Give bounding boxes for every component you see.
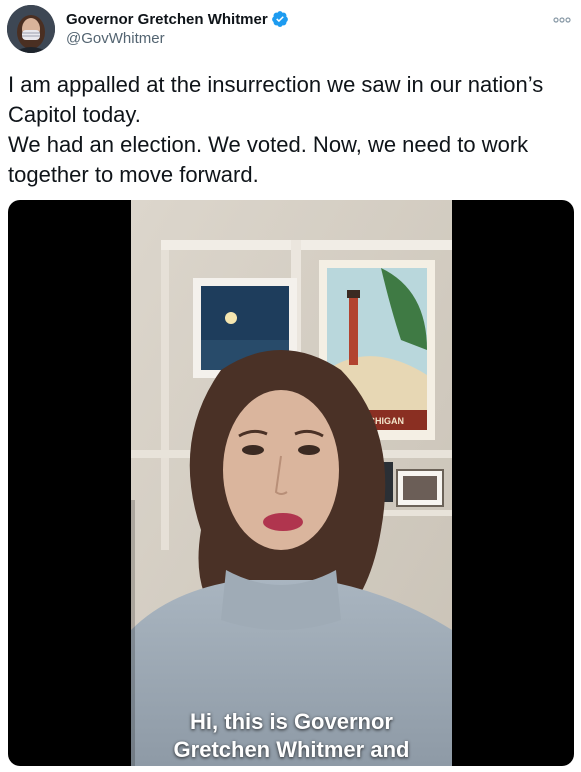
author-handle[interactable]: @GovWhitmer	[66, 30, 165, 47]
video-caption: Hi, this is Governor Gretchen Whitmer an…	[131, 708, 452, 764]
caption-line: Hi, this is Governor	[190, 709, 393, 734]
tweet-line: We had an election. We voted. Now, we ne…	[8, 132, 529, 157]
more-options-icon[interactable]	[553, 12, 571, 23]
verified-badge-icon	[271, 10, 289, 28]
tweet-text: I am appalled at the insurrection we saw…	[8, 70, 573, 190]
video-frame[interactable]: E MICHIGAN Hi, this is Governor Gretchen…	[131, 200, 452, 766]
caption-line: Gretchen Whitmer and	[173, 737, 410, 762]
video-thumbnail: E MICHIGAN	[131, 200, 452, 766]
tweet-line: I am appalled at the insurrection we saw…	[8, 72, 544, 97]
author-name-row: Governor Gretchen Whitmer	[66, 10, 289, 28]
avatar[interactable]	[7, 5, 55, 53]
video-player[interactable]: E MICHIGAN Hi, this is Governor Gretchen…	[8, 200, 574, 766]
display-name[interactable]: Governor Gretchen Whitmer	[66, 11, 268, 28]
tweet-line: Capitol today.	[8, 102, 141, 127]
tweet-line: together to move forward.	[8, 162, 259, 187]
